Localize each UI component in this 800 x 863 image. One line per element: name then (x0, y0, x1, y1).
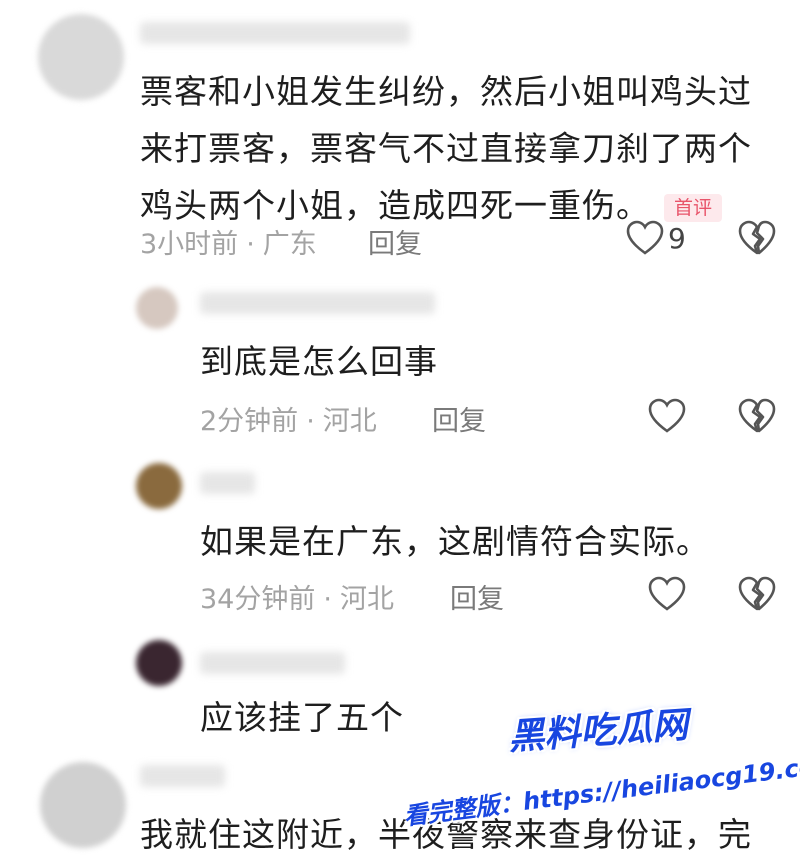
avatar[interactable] (136, 463, 182, 509)
username-blurred[interactable] (140, 765, 225, 787)
reply-button[interactable]: 回复 (368, 222, 422, 261)
comment-meta: 3小时前 · 广东 (140, 229, 317, 260)
username-blurred[interactable] (200, 472, 255, 494)
comment-text: 票客和小姐发生纠纷，然后小姐叫鸡头过 来打票客，票客气不过直接拿刀刹了两个 鸡头… (140, 72, 752, 225)
username-blurred[interactable] (140, 22, 410, 44)
username-blurred[interactable] (200, 652, 345, 674)
broken-heart-icon[interactable] (738, 398, 776, 434)
heart-outline-icon[interactable] (648, 576, 686, 612)
comment-meta: 2分钟前 · 河北 (200, 406, 377, 437)
watermark-title: 黑料吃瓜网 (507, 704, 690, 759)
comment-text: 应该挂了五个 (200, 698, 404, 737)
avatar[interactable] (38, 14, 124, 100)
broken-heart-icon[interactable] (738, 576, 776, 612)
avatar[interactable] (136, 640, 182, 686)
comment-text: 到底是怎么回事 (200, 342, 438, 381)
first-comment-badge: 首评 (664, 193, 723, 222)
broken-heart-icon[interactable] (738, 220, 776, 256)
heart-outline-icon[interactable] (626, 220, 664, 256)
reply-button[interactable]: 回复 (432, 399, 486, 438)
username-blurred[interactable] (200, 292, 435, 314)
avatar[interactable] (136, 287, 178, 329)
reply-button[interactable]: 回复 (450, 577, 504, 616)
avatar[interactable] (40, 762, 126, 848)
comment-text: 如果是在广东，这剧情符合实际。 (200, 522, 710, 561)
comment-meta: 34分钟前 · 河北 (200, 584, 394, 615)
like-count: 9 (668, 222, 686, 255)
heart-outline-icon[interactable] (648, 398, 686, 434)
